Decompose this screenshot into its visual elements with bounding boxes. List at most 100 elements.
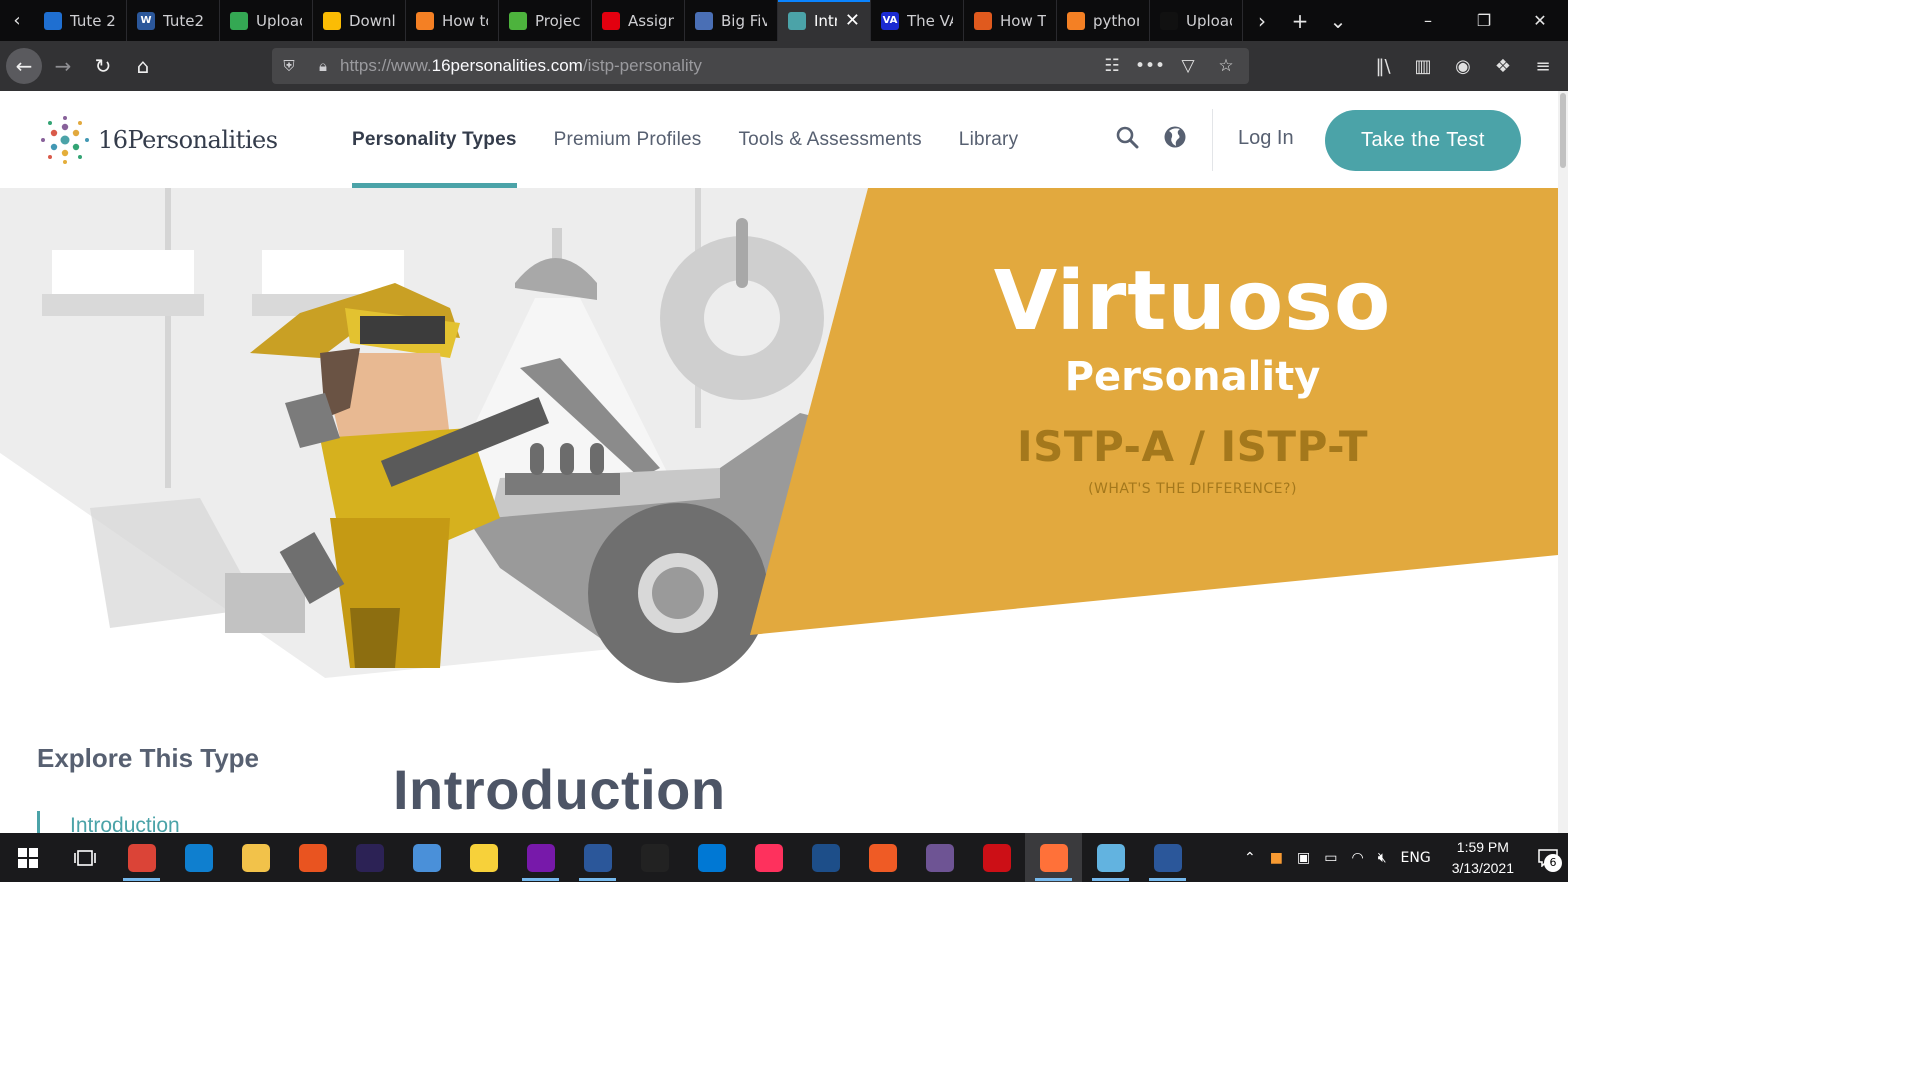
wifi-icon[interactable]: ◠ [1351,850,1363,866]
browser-tab[interactable]: VA The VA [871,0,964,41]
login-link[interactable]: Log In [1238,127,1294,150]
logo-text[interactable]: 16Personalities [98,126,278,154]
library-icon[interactable]: ‖\ [1366,48,1400,84]
vscode-icon [697,843,726,872]
close-tab-icon[interactable]: ✕ [845,10,860,31]
browser-tab[interactable]: Tute 2 [34,0,127,41]
take-test-button[interactable]: Take the Test [1325,110,1521,171]
back-icon[interactable]: ← [6,48,42,84]
browser-tab[interactable]: Upload [1150,0,1243,41]
taskbar-vscode-icon[interactable] [683,833,740,882]
url-text[interactable]: https://www.16personalities.com/istp-per… [340,56,702,76]
hero-banner: Virtuoso Personality ISTP-A / ISTP-T (WH… [0,188,1558,683]
page-scrollbar[interactable] [1558,91,1568,833]
taskbar-firefox-icon[interactable] [1025,833,1082,882]
taskbar-edge-icon[interactable] [170,833,227,882]
clock-date: 3/13/2021 [1451,859,1514,876]
forward-icon[interactable]: → [44,47,82,85]
sublime-tray-icon[interactable]: ■ [1270,850,1283,866]
taskbar-onenote-icon[interactable] [512,833,569,882]
close-window-icon[interactable]: ✕ [1512,0,1568,41]
windows-start-icon[interactable] [0,833,56,882]
tab-label: How T [1000,11,1046,30]
browser-tab[interactable]: W Tute2 [127,0,220,41]
bookmark-star-icon[interactable]: ☆ [1209,56,1243,76]
nav-item[interactable]: Tools & Assessments [738,91,921,188]
browser-tab[interactable]: Downl [313,0,406,41]
nav-item[interactable]: Library [959,91,1018,188]
postman-icon [868,843,897,872]
nav-item[interactable]: Premium Profiles [554,91,702,188]
file-explorer-icon [241,843,270,872]
tab-label: Upload [1186,11,1232,30]
page-actions-icon[interactable]: ••• [1133,56,1167,76]
url-path: /istp-personality [582,56,702,75]
browser-tab[interactable]: Project [499,0,592,41]
taskbar-notepad-icon[interactable] [1082,833,1139,882]
account-icon[interactable]: ◉ [1446,48,1480,84]
word-2-icon [1153,843,1182,872]
list-all-tabs-icon[interactable]: ⌄ [1319,9,1357,33]
clock[interactable]: 1:59 PM 3/13/2021 [1452,837,1514,879]
extensions-icon[interactable]: ❖ [1486,48,1520,84]
notification-count: 6 [1544,853,1562,872]
browser-tab[interactable]: Intr ✕ [778,0,871,41]
tab-scroll-left-icon[interactable]: ‹ [0,0,34,41]
pocket-icon[interactable]: ▽ [1171,56,1205,76]
tracking-shield-icon[interactable]: ⛨ [272,57,306,75]
explore-heading: Explore This Type [37,743,260,773]
taskbar-virtualbox-icon[interactable] [797,833,854,882]
taskbar-sticky-notes-icon[interactable] [455,833,512,882]
browser-tab[interactable]: Upload [220,0,313,41]
tab-favicon-icon [602,11,620,30]
scrollbar-thumb[interactable] [1560,93,1566,168]
new-tab-icon[interactable]: + [1281,9,1319,33]
lock-icon[interactable]: 🔒︎ [306,57,340,75]
volume-muted-icon[interactable]: 🔇︎ [1378,850,1387,866]
globe-icon[interactable] [1162,124,1188,150]
nav-item[interactable]: Personality Types [352,91,517,188]
taskbar-database-icon[interactable] [398,833,455,882]
browser-tab[interactable]: How to [406,0,499,41]
browser-tab[interactable]: python [1057,0,1150,41]
taskbar-postman-icon[interactable] [854,833,911,882]
tab-scroll-right-icon[interactable]: › [1243,9,1281,33]
taskbar-github-icon[interactable] [911,833,968,882]
show-hidden-icons-icon[interactable]: ⌃ [1244,850,1256,866]
taskbar-ubuntu-icon[interactable] [284,833,341,882]
difference-link[interactable]: (WHAT'S THE DIFFERENCE?) [960,481,1425,497]
search-icon[interactable] [1114,124,1140,150]
taskbar-unity-icon[interactable] [626,833,683,882]
sidebar-icon[interactable]: ▥ [1406,48,1440,84]
toc-item-introduction[interactable]: Introduction [37,811,180,833]
taskbar-file-explorer-icon[interactable] [227,833,284,882]
restore-icon[interactable]: ❐ [1456,0,1512,41]
sticky-notes-icon [469,843,498,872]
screen-tray-icon[interactable]: ▣ [1297,850,1310,866]
site-logo[interactable]: 16Personalities [40,115,278,165]
browser-tab[interactable]: How T [964,0,1057,41]
task-view-icon[interactable] [56,833,113,882]
menu-icon[interactable]: ≡ [1526,48,1560,84]
battery-icon[interactable]: ▭ [1324,850,1337,866]
taskbar-eclipse-icon[interactable] [341,833,398,882]
reader-view-icon[interactable]: ☷ [1095,56,1129,76]
url-bar[interactable]: ⛨ 🔒︎ https://www.16personalities.com/ist… [272,48,1249,84]
browser-tab[interactable]: Assign [592,0,685,41]
taskbar-word-icon[interactable] [569,833,626,882]
language-indicator[interactable]: ENG [1401,850,1431,866]
notepad-icon [1096,843,1125,872]
notification-center-icon[interactable]: 6 [1528,838,1568,878]
tab-label: Tute2 [163,11,205,30]
section-title: Introduction [393,758,726,821]
minimize-icon[interactable]: – [1400,0,1456,41]
eclipse-icon [355,843,384,872]
taskbar-word-2-icon[interactable] [1139,833,1196,882]
taskbar-chrome-icon[interactable] [113,833,170,882]
browser-tab[interactable]: Big Fiv [685,0,778,41]
taskbar-intellij-icon[interactable] [740,833,797,882]
hero-text: Virtuoso Personality ISTP-A / ISTP-T (WH… [960,254,1425,497]
reload-icon[interactable]: ↻ [84,47,122,85]
taskbar-opera-icon[interactable] [968,833,1025,882]
home-icon[interactable]: ⌂ [124,47,162,85]
